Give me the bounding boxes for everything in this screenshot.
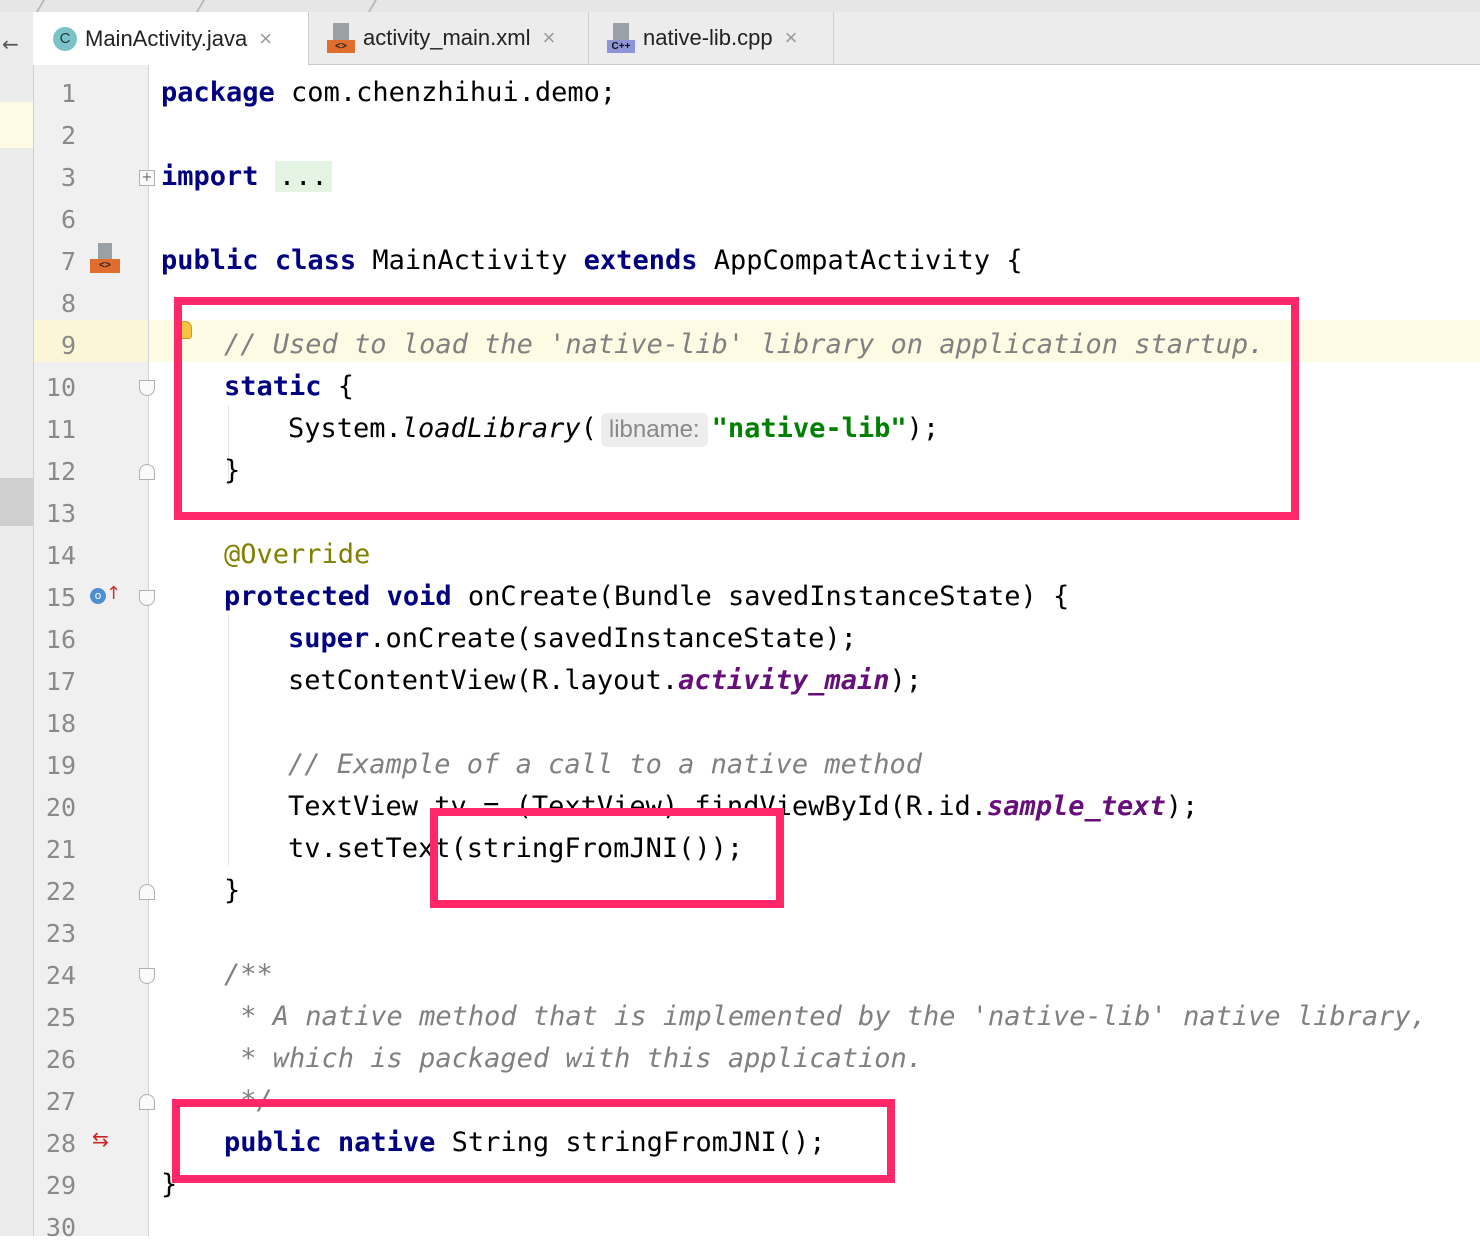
left-tool-strip: ← <box>0 12 34 1236</box>
line-number: 12 <box>45 457 76 486</box>
left-strip-scroll-marker <box>0 478 33 526</box>
fold-end-icon[interactable] <box>139 1094 155 1110</box>
highlight-box-stringfromjni-call <box>430 808 784 908</box>
tab-label: native-lib.cpp <box>643 25 773 50</box>
close-icon[interactable]: × <box>259 26 272 52</box>
line-number: 27 <box>45 1087 76 1116</box>
code-line-14[interactable]: @Override <box>224 534 370 576</box>
line-number: 6 <box>60 205 76 234</box>
code-line-16[interactable]: super.onCreate(savedInstanceState); <box>288 618 857 660</box>
code-editor[interactable]: 1 2 3 6 7 8 9 10 11 12 13 14 15 16 17 18… <box>34 65 1480 1242</box>
line-number: 22 <box>45 877 76 906</box>
line-number: 20 <box>45 793 76 822</box>
code-line-15[interactable]: protected void onCreate(Bundle savedInst… <box>224 576 1069 618</box>
fold-end-icon[interactable] <box>139 464 155 480</box>
line-number: 24 <box>45 961 76 990</box>
line-number: 21 <box>45 835 76 864</box>
line-number: 7 <box>60 247 76 276</box>
code-line-17[interactable]: setContentView(R.layout.activity_main); <box>288 660 922 702</box>
xml-file-icon: <> <box>327 23 355 53</box>
left-strip-marker <box>0 102 33 148</box>
line-number: 29 <box>45 1171 76 1200</box>
fold-end-icon[interactable] <box>139 884 155 900</box>
code-line-7[interactable]: public class MainActivity extends AppCom… <box>161 240 1023 282</box>
line-number: 1 <box>60 79 76 108</box>
line-number: 28 <box>45 1129 76 1158</box>
code-line-26[interactable]: * which is packaged with this applicatio… <box>224 1038 923 1080</box>
line-number: 16 <box>45 625 76 654</box>
highlight-box-native-declaration <box>172 1099 895 1183</box>
line-number: 14 <box>45 541 76 570</box>
code-line-19[interactable]: // Example of a call to a native method <box>288 744 922 786</box>
tab-native-lib-cpp[interactable]: C++ native-lib.cpp × <box>589 12 834 64</box>
line-number: 2 <box>60 121 76 150</box>
fold-collapse-icon[interactable] <box>139 380 155 396</box>
close-icon[interactable]: × <box>785 25 798 51</box>
folded-imports[interactable]: ... <box>274 161 332 192</box>
fold-expand-icon[interactable]: + <box>139 170 155 186</box>
line-number: 8 <box>60 289 76 318</box>
code-line-1[interactable]: package com.chenzhihui.demo; <box>161 72 616 114</box>
line-number: 3 <box>60 163 76 192</box>
indent-guide <box>228 615 229 865</box>
code-line-3[interactable]: import ... <box>161 156 332 198</box>
line-number: 19 <box>45 751 76 780</box>
tab-label: activity_main.xml <box>363 25 531 50</box>
editor-tab-bar: C MainActivity.java × <> activity_main.x… <box>33 12 1480 65</box>
line-number: 13 <box>45 499 76 528</box>
line-number: 18 <box>45 709 76 738</box>
close-icon[interactable]: × <box>542 25 555 51</box>
tab-mainactivity-java[interactable]: C MainActivity.java × <box>33 12 309 65</box>
line-number: 23 <box>45 919 76 948</box>
line-number: 17 <box>45 667 76 696</box>
line-number: 30 <box>45 1213 76 1242</box>
java-class-icon: C <box>53 26 77 51</box>
line-number: 11 <box>45 415 76 444</box>
code-line-24[interactable]: /** <box>224 954 273 996</box>
native-navigation-icon[interactable]: ⇆ <box>92 1127 109 1151</box>
line-number: 10 <box>45 373 76 402</box>
back-arrow-icon[interactable]: ← <box>2 32 19 56</box>
line-number: 15 <box>45 583 76 612</box>
highlight-box-static-block <box>174 297 1299 520</box>
code-line-22[interactable]: } <box>224 870 240 912</box>
cpp-file-icon: C++ <box>607 23 635 53</box>
line-number: 9 <box>60 331 76 360</box>
line-number: 26 <box>45 1045 76 1074</box>
code-line-25[interactable]: * A native method that is implemented by… <box>224 996 1427 1038</box>
fold-collapse-icon[interactable] <box>139 968 155 984</box>
override-method-icon[interactable]: o ↑ <box>90 583 121 604</box>
fold-collapse-icon[interactable] <box>139 590 155 606</box>
line-number: 25 <box>45 1003 76 1032</box>
tab-activity-main-xml[interactable]: <> activity_main.xml × <box>309 12 589 64</box>
related-xml-layout-icon[interactable]: <> <box>90 243 120 273</box>
tab-label: MainActivity.java <box>85 25 248 51</box>
